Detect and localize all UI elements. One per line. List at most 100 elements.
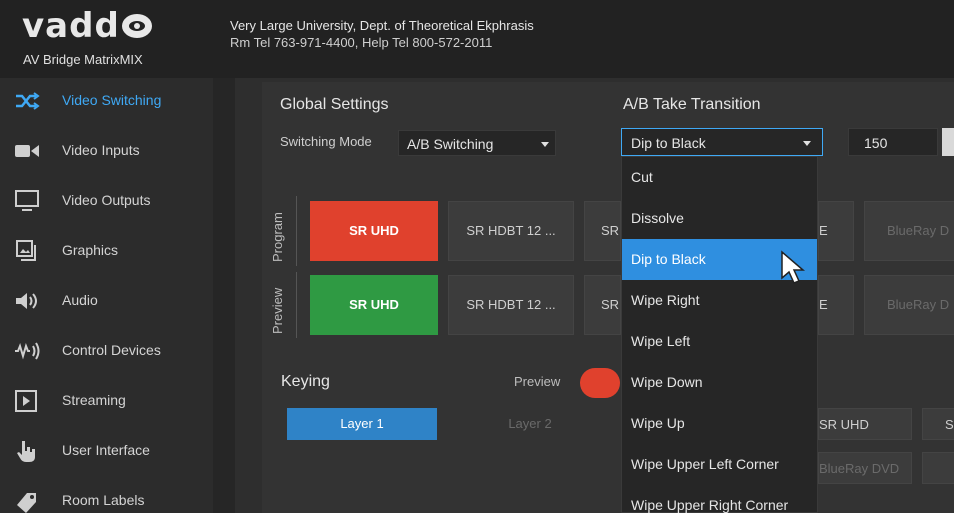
preview-source-button[interactable]: SR <box>584 275 621 335</box>
sidebar-item-label: Video Inputs <box>62 142 140 158</box>
org-name: Very Large University, Dept. of Theoreti… <box>230 18 534 33</box>
sidebar-item-label: Video Outputs <box>62 192 151 208</box>
camera-icon <box>15 145 39 157</box>
sidebar-item-video-inputs[interactable]: Video Inputs <box>0 128 213 178</box>
monitor-icon <box>15 190 39 211</box>
sidebar-divider <box>213 78 235 513</box>
logo-o-icon <box>121 14 152 38</box>
program-source-button[interactable]: SR HDBT 12 ... <box>448 201 574 261</box>
dropdown-option[interactable]: Wipe Upper Right Corner <box>622 485 817 513</box>
source-label: SI <box>945 417 954 432</box>
option-label: Wipe Down <box>631 374 703 390</box>
label-icon <box>17 493 36 513</box>
preview-source-button[interactable]: SR UHD <box>310 275 438 335</box>
graphics-icon <box>16 240 36 261</box>
source-label: SR UHD <box>349 297 399 312</box>
shuffle-icon <box>16 92 40 110</box>
preview-source-button[interactable]: BlueRay D <box>864 275 954 335</box>
duration-stepper[interactable] <box>942 128 954 156</box>
dropdown-option[interactable]: Cut <box>622 157 817 198</box>
option-label: Dissolve <box>631 210 684 226</box>
product-name: AV Bridge MatrixMIX <box>23 52 143 67</box>
sidebar-item-label: Room Labels <box>62 492 145 508</box>
program-source-button[interactable]: BlueRay D <box>864 201 954 261</box>
logo-text: vadd <box>22 6 120 46</box>
sidebar-item-label: Streaming <box>62 392 126 408</box>
sidebar-item-room-labels[interactable]: Room Labels <box>0 478 213 513</box>
dropdown-option[interactable]: Wipe Left <box>622 321 817 362</box>
option-label: Wipe Upper Left Corner <box>631 456 779 472</box>
transition-duration-value: 150 <box>864 135 888 151</box>
transition-select[interactable]: Dip to Black <box>621 128 823 156</box>
app-window: vadd AV Bridge MatrixMIX Very Large Univ… <box>0 0 954 513</box>
preview-divider <box>296 272 297 338</box>
source-label: SR HDBT 12 ... <box>466 223 556 238</box>
org-phone: Rm Tel 763-971-4400, Help Tel 800-572-20… <box>230 35 493 50</box>
source-label: SR <box>601 297 620 312</box>
layer-label: Layer 1 <box>340 416 384 431</box>
dropdown-option[interactable]: Wipe Right <box>622 280 817 321</box>
keying-preview-label: Preview <box>514 374 561 389</box>
keying-source-button[interactable]: SI <box>922 408 954 440</box>
transition-dropdown-list: Cut Dissolve Dip to Black Wipe Right Wip… <box>621 156 818 513</box>
option-label: Dip to Black <box>631 251 706 267</box>
option-label: Cut <box>631 169 653 185</box>
sidebar-item-label: Video Switching <box>62 92 162 108</box>
source-label: SR UHD <box>349 223 399 238</box>
program-source-button[interactable]: SR <box>584 201 621 261</box>
play-icon <box>15 390 37 412</box>
sidebar-item-graphics[interactable]: Graphics <box>0 228 213 278</box>
source-label: SR HDBT 12 ... <box>466 297 556 312</box>
program-source-button[interactable]: E <box>818 201 854 261</box>
dropdown-option[interactable]: Wipe Upper Left Corner <box>622 444 817 485</box>
logo: vadd AV Bridge MatrixMIX <box>0 0 213 78</box>
keying-source-button[interactable]: BlueRay DVD <box>818 452 912 484</box>
source-label: BlueRay D <box>887 297 950 312</box>
source-label: SR <box>601 223 620 238</box>
switching-mode-value: A/B Switching <box>407 136 494 152</box>
transition-value: Dip to Black <box>631 135 706 151</box>
speaker-icon <box>16 293 37 309</box>
sidebar-item-user-interface[interactable]: User Interface <box>0 428 213 478</box>
touch-hand-icon <box>17 441 35 462</box>
option-label: Wipe Up <box>631 415 685 431</box>
program-label: Program <box>270 212 285 262</box>
dropdown-option[interactable]: Dissolve <box>622 198 817 239</box>
ab-transition-title: A/B Take Transition <box>623 96 761 113</box>
chevron-down-icon <box>541 142 549 147</box>
source-label: E <box>819 297 828 312</box>
source-label: SR UHD <box>819 417 869 432</box>
header: vadd AV Bridge MatrixMIX Very Large Univ… <box>0 0 954 78</box>
preview-source-button[interactable]: SR HDBT 12 ... <box>448 275 574 335</box>
keying-source-button[interactable]: SR UHD <box>818 408 912 440</box>
sidebar-item-control-devices[interactable]: Control Devices <box>0 328 213 378</box>
source-label: BlueRay D <box>887 223 950 238</box>
sidebar-item-video-outputs[interactable]: Video Outputs <box>0 178 213 228</box>
program-source-button[interactable]: SR UHD <box>310 201 438 261</box>
keying-title: Keying <box>281 373 330 390</box>
sidebar-item-label: Control Devices <box>62 342 161 358</box>
layer-2-button[interactable]: Layer 2 <box>450 408 610 440</box>
sidebar-item-audio[interactable]: Audio <box>0 278 213 328</box>
switching-mode-select[interactable]: A/B Switching <box>398 130 556 156</box>
control-signal-icon <box>15 342 40 360</box>
global-settings-title: Global Settings <box>280 96 389 113</box>
layer-1-button[interactable]: Layer 1 <box>287 408 437 440</box>
sidebar: Video Switching Video Inputs Video Outpu… <box>0 78 213 513</box>
sidebar-item-video-switching[interactable]: Video Switching <box>0 78 213 128</box>
dropdown-option[interactable]: Wipe Up <box>622 403 817 444</box>
option-label: Wipe Left <box>631 333 691 349</box>
sidebar-item-streaming[interactable]: Streaming <box>0 378 213 428</box>
sidebar-item-label: Graphics <box>62 242 119 258</box>
dropdown-option[interactable]: Wipe Down <box>622 362 817 403</box>
sidebar-item-label: Audio <box>62 292 98 308</box>
keying-source-button[interactable] <box>922 452 954 484</box>
keying-preview-toggle[interactable] <box>580 368 620 398</box>
mouse-cursor-icon <box>781 250 806 284</box>
layer-label: Layer 2 <box>508 416 552 431</box>
logo-wordmark: vadd <box>22 6 152 46</box>
preview-source-button[interactable]: E <box>818 275 854 335</box>
transition-duration-input[interactable]: 150 <box>848 128 938 156</box>
option-label: Wipe Upper Right Corner <box>631 497 789 513</box>
sidebar-item-label: User Interface <box>62 442 150 458</box>
